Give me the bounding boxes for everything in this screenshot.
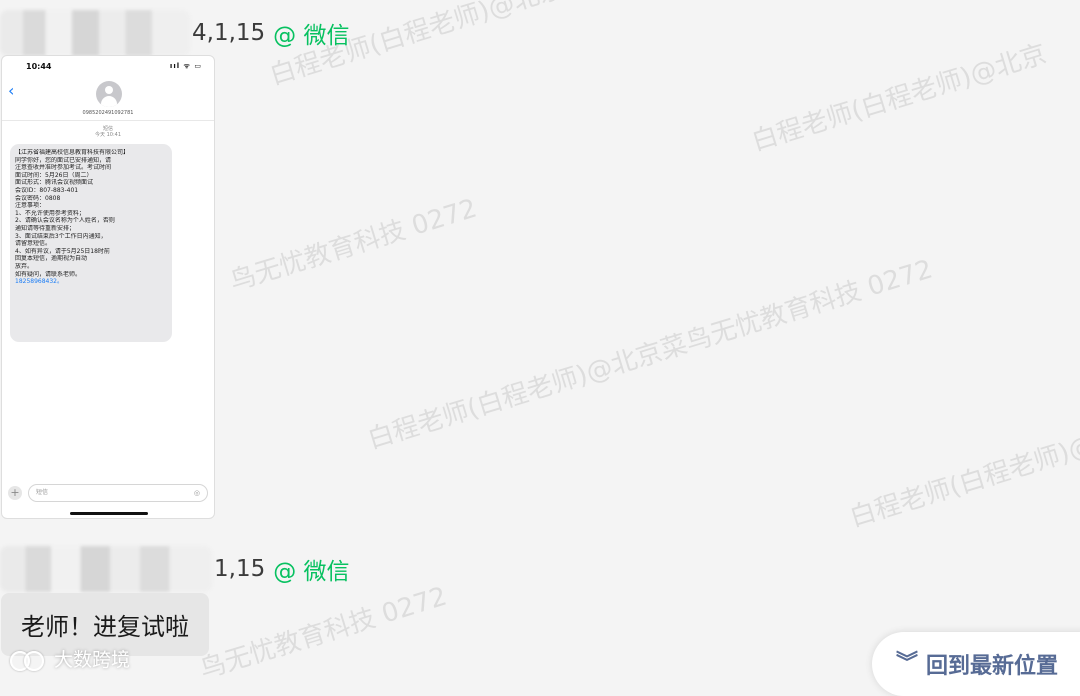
sms-line: 面试形式：腾讯会议视频面试 [15,179,94,187]
sms-phone-link: 18258968432。 [15,278,63,286]
message-source: @ 微信 [273,559,350,585]
sms-bubble: 【江苏省福建高校信息教育科技有限公司】 同学你好，您的面试已安排通知，请 注意查… [10,144,172,342]
sms-screenshot-image[interactable]: 10:44 ııl ᯤ ▭ ‹ 0985202491092781 短信 今天 1… [1,55,215,519]
message-text: 老师！进复试啦 [21,613,189,641]
sender-number: 0985202491092781 [82,110,134,116]
sms-line: 如有疑问，请联系老师。 [15,270,82,278]
divider [2,120,214,121]
sms-line: 通知请等待重新安排； [15,224,76,232]
mic-icon: ◎ [193,489,200,497]
sms-line: 回复本短信，逾期视为自动 [15,255,88,263]
watermark: 白程老师(白程老师)@北京 [748,38,1051,158]
phone-status-bar: 10:44 ııl ᯤ ▭ [2,56,214,71]
sms-line: 注意事项： [15,202,46,210]
logo-text: 大数跨境 [54,649,131,671]
sms-line: 会议ID：807-883-401 [15,186,79,194]
home-indicator [70,512,148,515]
brand-logo: 大数跨境 [10,645,130,672]
sms-line: 4、如有异议，请于5月25日18时前 [15,247,110,255]
sms-line: 【江苏省福建高校信息教育科技有限公司】 [15,149,130,156]
message-header: 1,15 @ 微信 [0,546,350,592]
blurred-sender-name [0,546,212,592]
sms-line: 放弃。 [15,262,34,270]
sms-line: 面试时间：5月26日（周二） [15,171,93,179]
phone-input-bar: + 短信 ◎ [8,483,208,503]
contact-avatar-icon [96,81,122,107]
sms-meta-time: 今天 10:41 [95,132,121,138]
message-time: 4,1,15 [192,20,266,46]
sms-line: 注意查收并准时参加考试。考试时间 [15,164,112,172]
scroll-to-latest-button[interactable]: ︾ 回到最新位置 [872,632,1080,696]
sms-line: 1、不允许使用参考资料； [15,209,85,217]
watermark: 白程老师(白程老师)@北京菜鸟无忧教育科技 0272 [364,254,937,456]
phone-status-time: 10:44 [26,62,52,71]
plus-icon: + [8,486,22,500]
signal-battery-icon: ııl ᯤ ▭ [169,62,202,70]
sms-line: 3、面试结束后3个工作日内通知， [15,232,107,240]
scroll-to-latest-label: 回到最新位置 [926,654,1059,679]
sms-meta: 短信 今天 10:41 [2,126,214,138]
sms-line: 请留意短信。 [15,240,52,248]
back-chevron-icon: ‹ [8,81,15,100]
phone-field-placeholder: 短信 [36,489,49,496]
logo-rings-icon [10,648,50,671]
watermark: 白程老师(白程老师)@北京 [846,414,1080,534]
phone-message-field: 短信 ◎ [28,484,208,502]
double-chevron-down-icon: ︾ [896,651,919,676]
watermark: 鸟无忧教育科技 0272 [196,581,451,686]
sms-line: 2、请确认会议名称为个人姓名，否则 [15,217,115,225]
sms-line: 同学你好，您的面试已安排通知，请 [15,156,112,164]
message-time: 1,15 [214,556,266,582]
message-header: 4,1,15 @ 微信 [0,10,349,56]
blurred-sender-name [0,10,190,56]
message-source: @ 微信 [273,23,350,49]
sms-line: 会议密码：0808 [15,194,61,202]
watermark: 鸟无忧教育科技 0272 [226,193,481,298]
